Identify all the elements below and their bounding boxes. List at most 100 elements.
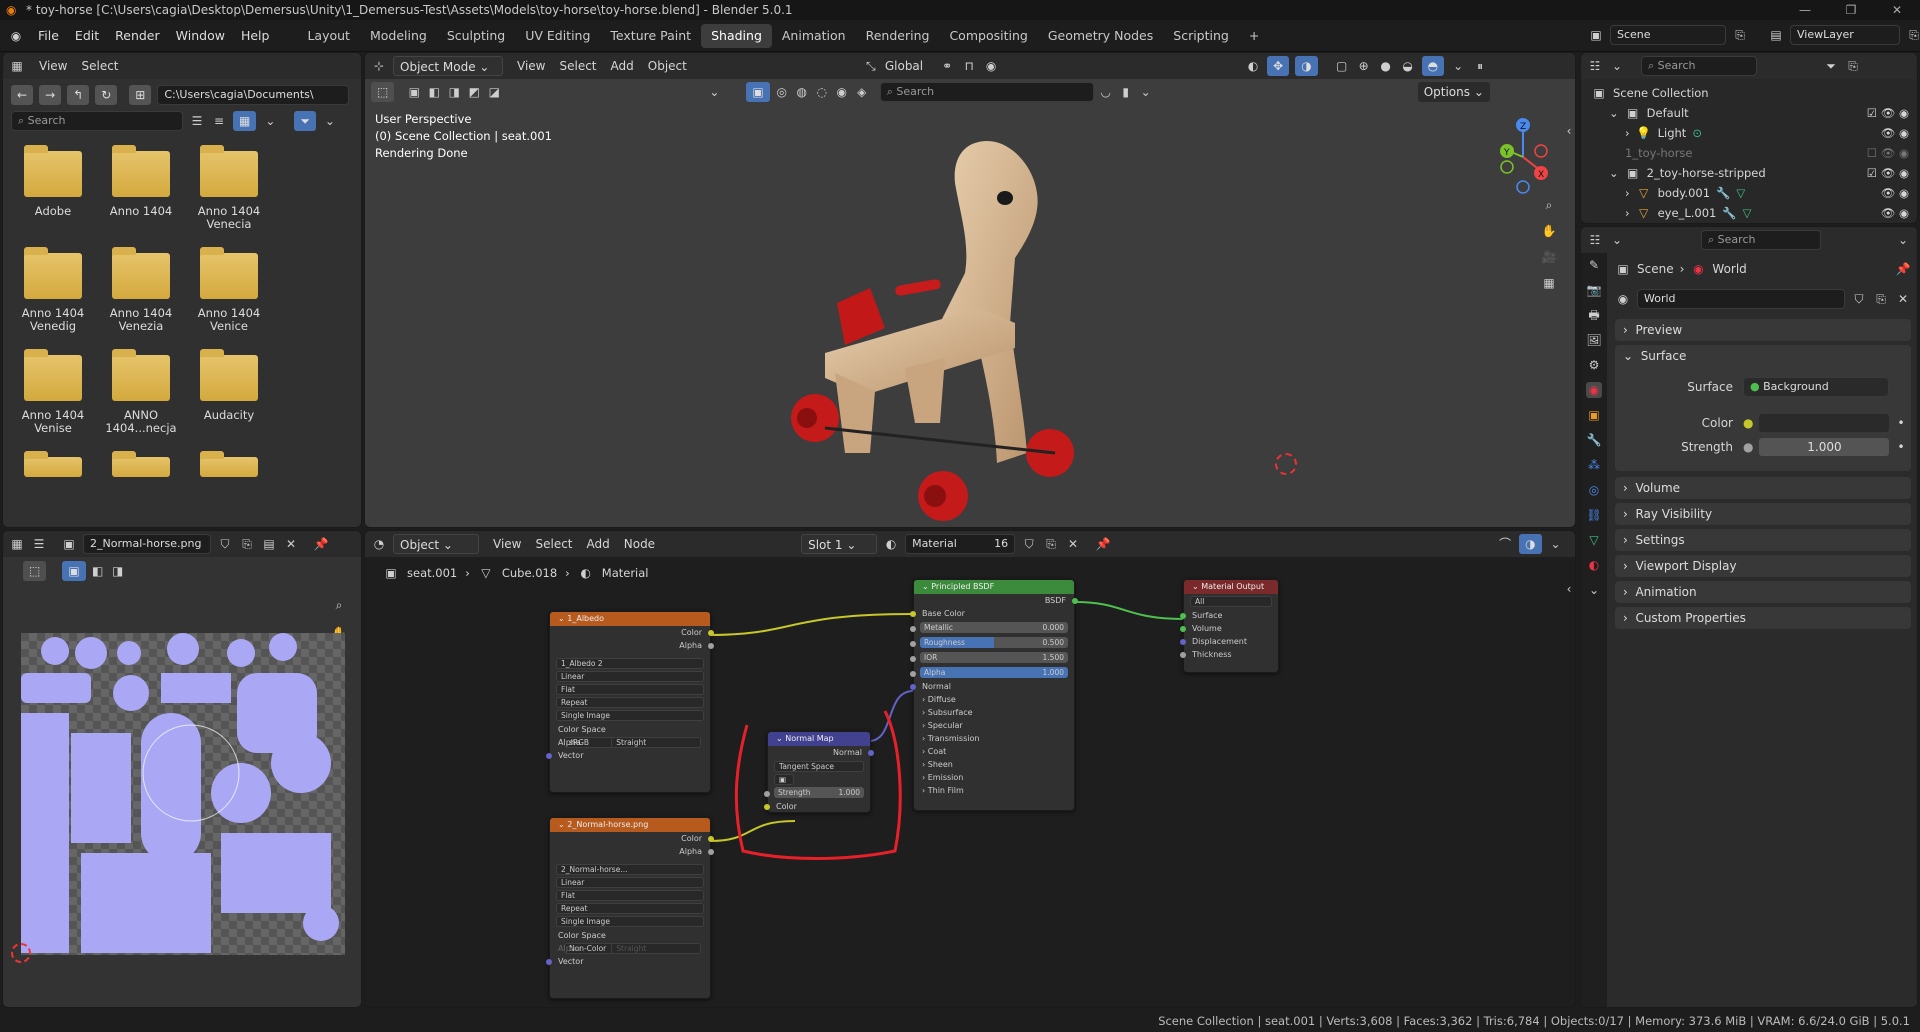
source-select[interactable]: Single Image — [556, 710, 704, 721]
tab-texture-paint[interactable]: Texture Paint — [600, 24, 701, 48]
scene-selector[interactable]: Scene — [1610, 25, 1726, 45]
texture-tab-icon[interactable]: ⌄ — [1586, 582, 1602, 598]
expand-icon[interactable]: › — [1625, 126, 1630, 140]
image-datablock-field[interactable]: 1_Albedo 2 — [556, 658, 704, 669]
tab-shading[interactable]: Shading — [701, 23, 772, 48]
input-socket[interactable] — [1180, 652, 1186, 658]
outliner-row[interactable]: ⌄ ▣ 2_toy-horse-stripped ☑ 👁 ◉ — [1581, 163, 1917, 183]
wireframe-shading-icon[interactable]: ⊕ — [1356, 58, 1372, 74]
folder-item[interactable]: Anno 1404 Venecia — [185, 145, 273, 231]
pass-icon-5[interactable]: ◈ — [854, 84, 870, 100]
sidebar-toggle-icon[interactable]: ‹ — [1561, 581, 1575, 597]
viewlayer-selector[interactable]: ViewLayer — [1790, 25, 1900, 45]
view-layer-tab-icon[interactable]: 🖼 — [1586, 332, 1602, 348]
input-socket[interactable] — [910, 611, 916, 617]
editor-type-icon[interactable]: ⊹ — [371, 58, 387, 74]
pivot-icon[interactable]: ⚭ — [939, 58, 955, 74]
normal-map-node[interactable]: ⌄ Normal Map Normal Tangent Space ▣ Stre… — [764, 731, 874, 813]
minimize-icon[interactable]: — — [1782, 0, 1828, 20]
folder-item[interactable] — [97, 451, 185, 477]
folder-item[interactable]: Audacity — [185, 349, 273, 435]
pass-icon-2[interactable]: ◍ — [794, 84, 810, 100]
select-subtract-icon[interactable]: ◨ — [446, 84, 462, 100]
scene-tab-icon[interactable]: ⚙ — [1586, 357, 1602, 373]
editor-type-icon[interactable]: ▦ — [9, 536, 25, 552]
input-socket[interactable] — [910, 626, 916, 632]
render-pass-icon[interactable]: ▣ — [746, 82, 770, 102]
image-name-field[interactable]: 2_Normal-horse.png — [83, 534, 211, 554]
folder-item[interactable]: ANNO 1404...necja — [97, 349, 185, 435]
editor-type-icon[interactable]: ▦ — [9, 58, 25, 74]
visibility-icon[interactable]: ◐ — [1245, 58, 1261, 74]
viewport-panel[interactable]: ⊹ Object Mode ⌄ View Select Add Object ⤡… — [364, 52, 1576, 528]
folder-item[interactable]: Anno 1404 Venice — [185, 247, 273, 333]
2d-cursor-icon[interactable] — [11, 943, 31, 963]
output-tab-icon[interactable]: 🖶 — [1586, 307, 1602, 323]
visibility-toggles-icon[interactable]: ☑ 👁 ◉ — [1867, 106, 1909, 120]
zoom-icon[interactable]: ⌕ — [1541, 197, 1557, 213]
snap-icon[interactable]: ⊓ — [961, 58, 977, 74]
mesh-data-icon[interactable]: ▽ — [1743, 206, 1752, 220]
keyframe-dot-icon[interactable]: • — [1897, 416, 1904, 430]
tab-sculpting[interactable]: Sculpting — [437, 24, 515, 48]
tab-layout[interactable]: Layout — [297, 24, 360, 48]
input-socket[interactable] — [546, 753, 552, 759]
select-extend-icon[interactable]: ◧ — [426, 84, 442, 100]
pass-icon-3[interactable]: ◌ — [814, 84, 830, 100]
visibility-toggles-icon[interactable]: ☐ 👁 ◉ — [1867, 146, 1909, 160]
select-invert-icon[interactable]: ◩ — [466, 84, 482, 100]
section-volume[interactable]: › Volume — [1615, 477, 1911, 499]
folder-item[interactable]: Anno 1404 Venise — [9, 349, 97, 435]
pin-icon[interactable]: 📌 — [313, 536, 329, 552]
outliner-row[interactable]: ⌄ ▣ Default ☑ 👁 ◉ — [1581, 103, 1917, 123]
sidebar-toggle-icon[interactable]: ‹ — [1561, 123, 1575, 139]
input-socket[interactable] — [910, 641, 916, 647]
expand-icon[interactable]: › — [1625, 206, 1630, 220]
menu-file[interactable]: File — [30, 20, 67, 52]
overlay-toggle-icon[interactable]: ◑ — [1295, 56, 1318, 76]
pin-icon[interactable]: 📌 — [1895, 261, 1911, 277]
filter-icon[interactable]: ⏷ — [294, 111, 316, 131]
select-new-icon[interactable]: ▣ — [62, 561, 86, 581]
panel-transmission[interactable]: › Transmission — [914, 732, 1074, 745]
xray-icon[interactable]: ▢ — [1334, 58, 1350, 74]
material-shading-icon[interactable]: ◒ — [1400, 58, 1416, 74]
forward-icon[interactable]: → — [39, 85, 62, 105]
close-icon[interactable]: ✕ — [1874, 0, 1920, 20]
new-scene-icon[interactable]: ⎘ — [1732, 27, 1748, 43]
section-viewport-display[interactable]: › Viewport Display — [1615, 555, 1911, 577]
folder-item[interactable]: Anno 1404 Venedig — [9, 247, 97, 333]
interpolation-select[interactable]: Linear — [556, 671, 704, 682]
outliner-row[interactable]: › ▽ body.001 🔧 ▽ 👁 ◉ — [1581, 183, 1917, 203]
select-new-icon[interactable]: ▣ — [406, 84, 422, 100]
filter-dropdown-icon[interactable]: ⌄ — [322, 113, 338, 129]
blender-menu-icon[interactable]: ◉ — [8, 28, 24, 44]
properties-search-input[interactable]: ⌕ Search — [1701, 230, 1821, 250]
modifier-icon[interactable]: 🔧 — [1716, 186, 1730, 200]
image-browse-icon[interactable]: ▣ — [61, 536, 77, 552]
section-preview[interactable]: › Preview — [1615, 319, 1911, 341]
shading-options-icon[interactable]: ⌄ — [1450, 58, 1466, 74]
outliner-row-root[interactable]: ▣ Scene Collection — [1581, 83, 1917, 103]
expand-icon[interactable]: › — [1625, 186, 1630, 200]
panel-specular[interactable]: › Specular — [914, 719, 1074, 732]
alpha-field[interactable]: Alpha 1.000 — [920, 667, 1068, 678]
surface-shader-field[interactable]: ● Background — [1743, 377, 1889, 397]
light-data-icon[interactable]: ⊙ — [1692, 126, 1702, 140]
collapse-icon[interactable]: ⌄ — [706, 84, 722, 100]
refresh-icon[interactable]: ↻ — [95, 85, 118, 105]
input-socket[interactable] — [546, 959, 552, 965]
transform-orientation[interactable]: Global — [885, 59, 923, 73]
section-settings[interactable]: › Settings — [1615, 529, 1911, 551]
expand-icon[interactable]: ⌄ — [1609, 166, 1619, 180]
rendered-shading-icon[interactable]: ◓ — [1421, 56, 1445, 76]
select-tool-icon[interactable]: ⬚ — [371, 82, 395, 102]
panel-sheen[interactable]: › Sheen — [914, 758, 1074, 771]
dropdown-icon[interactable]: ⌄ — [1138, 84, 1154, 100]
folder-item[interactable]: Anno 1404 Venezia — [97, 247, 185, 333]
proportional-edit-icon[interactable]: ◉ — [983, 58, 999, 74]
roughness-field[interactable]: Roughness 0.500 — [920, 637, 1068, 648]
path-input[interactable]: C:\Users\cagia\Documents\ — [157, 85, 350, 105]
tab-animation[interactable]: Animation — [772, 24, 856, 48]
mesh-data-icon[interactable]: ▽ — [1736, 186, 1745, 200]
